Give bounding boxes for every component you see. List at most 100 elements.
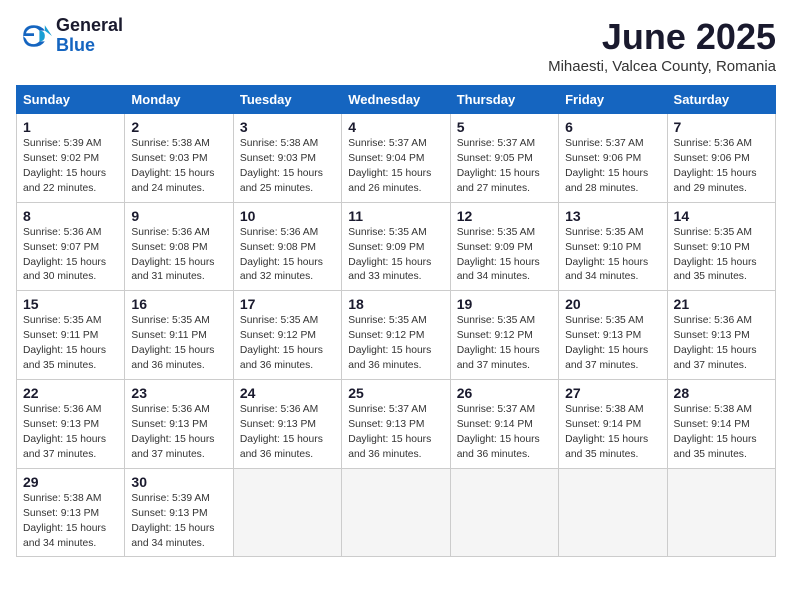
calendar-table: Sunday Monday Tuesday Wednesday Thursday… [16, 85, 776, 557]
day-5: 5 Sunrise: 5:37 AMSunset: 9:05 PMDaylight… [450, 114, 558, 203]
day-number: 29 [23, 474, 118, 490]
day-info: Sunrise: 5:36 AMSunset: 9:13 PMDaylight:… [23, 403, 118, 463]
day-number: 21 [674, 296, 769, 312]
day-info: Sunrise: 5:39 AMSunset: 9:02 PMDaylight:… [23, 137, 118, 197]
day-2: 2Sunrise: 5:38 AMSunset: 9:03 PMDaylight… [125, 114, 233, 203]
day-cell [559, 468, 667, 557]
header-saturday: Saturday [667, 86, 775, 114]
day-info: Sunrise: 5:36 AMSunset: 9:07 PMDaylight:… [23, 226, 118, 286]
day-info: Sunrise: 5:36 AMSunset: 9:13 PMDaylight:… [131, 403, 226, 463]
page-header: GeneralBlue June 2025 Mihaesti, Valcea C… [16, 16, 776, 75]
day-info: Sunrise: 5:37 AMSunset: 9:04 PMDaylight:… [348, 137, 443, 197]
day-cell: 23 Sunrise: 5:36 AMSunset: 9:13 PMDayligh… [125, 380, 233, 469]
day-number: 16 [131, 296, 226, 312]
day-number: 23 [131, 385, 226, 401]
day-info: Sunrise: 5:36 AMSunset: 9:08 PMDaylight:… [240, 226, 335, 286]
calendar-subtitle: Mihaesti, Valcea County, Romania [548, 58, 776, 75]
day-number: 25 [348, 385, 443, 401]
day-info: Sunrise: 5:38 AMSunset: 9:14 PMDaylight:… [565, 403, 660, 463]
day-info: Sunrise: 5:36 AMSunset: 9:13 PMDaylight:… [674, 314, 769, 374]
day-number: 12 [457, 208, 552, 224]
day-info: Sunrise: 5:37 AMSunset: 9:13 PMDaylight:… [348, 403, 443, 463]
day-number: 10 [240, 208, 335, 224]
week-row-3: 15 Sunrise: 5:35 AMSunset: 9:11 PMDayligh… [17, 291, 776, 380]
day-info: Sunrise: 5:35 AMSunset: 9:11 PMDaylight:… [23, 314, 118, 374]
day-cell: 11Sunrise: 5:35 AMSunset: 9:09 PMDayligh… [342, 202, 450, 291]
day-cell: 19 Sunrise: 5:35 AMSunset: 9:12 PMDayligh… [450, 291, 558, 380]
calendar-title: June 2025 [548, 16, 776, 58]
day-number: 5 [457, 119, 552, 135]
day-number: 17 [240, 296, 335, 312]
day-cell: 25 Sunrise: 5:37 AMSunset: 9:13 PMDayligh… [342, 380, 450, 469]
day-1: 1 Sunrise: 5:39 AMSunset: 9:02 PMDaylight… [17, 114, 125, 203]
header-tuesday: Tuesday [233, 86, 341, 114]
day-info: Sunrise: 5:35 AMSunset: 9:13 PMDaylight:… [565, 314, 660, 374]
day-cell: 22 Sunrise: 5:36 AMSunset: 9:13 PMDayligh… [17, 380, 125, 469]
header-sunday: Sunday [17, 86, 125, 114]
day-cell: 21 Sunrise: 5:36 AMSunset: 9:13 PMDayligh… [667, 291, 775, 380]
day-cell: 17 Sunrise: 5:35 AMSunset: 9:12 PMDayligh… [233, 291, 341, 380]
week-row-4: 22 Sunrise: 5:36 AMSunset: 9:13 PMDayligh… [17, 380, 776, 469]
day-cell [342, 468, 450, 557]
day-number: 4 [348, 119, 443, 135]
day-number: 1 [23, 119, 118, 135]
day-number: 27 [565, 385, 660, 401]
day-number: 3 [240, 119, 335, 135]
day-cell: 28 Sunrise: 5:38 AMSunset: 9:14 PMDayligh… [667, 380, 775, 469]
day-cell: 27 Sunrise: 5:38 AMSunset: 9:14 PMDayligh… [559, 380, 667, 469]
day-cell: 15 Sunrise: 5:35 AMSunset: 9:11 PMDayligh… [17, 291, 125, 380]
day-cell: 9 Sunrise: 5:36 AMSunset: 9:08 PMDaylight… [125, 202, 233, 291]
day-cell: 30 Sunrise: 5:39 AMSunset: 9:13 PMDayligh… [125, 468, 233, 557]
day-info: Sunrise: 5:35 AMSunset: 9:12 PMDaylight:… [348, 314, 443, 374]
day-cell: 8 Sunrise: 5:36 AMSunset: 9:07 PMDaylight… [17, 202, 125, 291]
day-info: Sunrise: 5:36 AMSunset: 9:13 PMDaylight:… [240, 403, 335, 463]
day-info: Sunrise: 5:38 AMSunset: 9:14 PMDaylight:… [674, 403, 769, 463]
day-cell: 18 Sunrise: 5:35 AMSunset: 9:12 PMDayligh… [342, 291, 450, 380]
day-number: 9 [131, 208, 226, 224]
day-number: 24 [240, 385, 335, 401]
day-cell: 14Sunrise: 5:35 AMSunset: 9:10 PMDayligh… [667, 202, 775, 291]
day-info: Sunrise: 5:38 AMSunset: 9:03 PMDaylight:… [131, 137, 226, 197]
day-3: 3 Sunrise: 5:38 AMSunset: 9:03 PMDaylight… [233, 114, 341, 203]
day-number: 18 [348, 296, 443, 312]
day-cell: 24 Sunrise: 5:36 AMSunset: 9:13 PMDayligh… [233, 380, 341, 469]
day-info: Sunrise: 5:39 AMSunset: 9:13 PMDaylight:… [131, 492, 226, 552]
day-info: Sunrise: 5:35 AMSunset: 9:12 PMDaylight:… [457, 314, 552, 374]
header-row: Sunday Monday Tuesday Wednesday Thursday… [17, 86, 776, 114]
day-info: Sunrise: 5:37 AMSunset: 9:14 PMDaylight:… [457, 403, 552, 463]
day-cell: 12 Sunrise: 5:35 AMSunset: 9:09 PMDayligh… [450, 202, 558, 291]
day-info: Sunrise: 5:37 AMSunset: 9:05 PMDaylight:… [457, 137, 552, 197]
week-row-1: 1 Sunrise: 5:39 AMSunset: 9:02 PMDaylight… [17, 114, 776, 203]
day-cell: 13Sunrise: 5:35 AMSunset: 9:10 PMDayligh… [559, 202, 667, 291]
day-cell [667, 468, 775, 557]
day-number: 28 [674, 385, 769, 401]
day-number: 30 [131, 474, 226, 490]
day-number: 8 [23, 208, 118, 224]
day-7: 7Sunrise: 5:36 AMSunset: 9:06 PMDaylight… [667, 114, 775, 203]
day-number: 26 [457, 385, 552, 401]
day-info: Sunrise: 5:36 AMSunset: 9:08 PMDaylight:… [131, 226, 226, 286]
header-wednesday: Wednesday [342, 86, 450, 114]
day-number: 15 [23, 296, 118, 312]
day-cell [450, 468, 558, 557]
day-number: 14 [674, 208, 769, 224]
logo-text: GeneralBlue [56, 16, 123, 56]
day-cell [233, 468, 341, 557]
day-info: Sunrise: 5:35 AMSunset: 9:10 PMDaylight:… [565, 226, 660, 286]
day-info: Sunrise: 5:37 AMSunset: 9:06 PMDaylight:… [565, 137, 660, 197]
day-number: 22 [23, 385, 118, 401]
day-info: Sunrise: 5:35 AMSunset: 9:09 PMDaylight:… [457, 226, 552, 286]
week-row-5: 29 Sunrise: 5:38 AMSunset: 9:13 PMDayligh… [17, 468, 776, 557]
header-monday: Monday [125, 86, 233, 114]
day-number: 20 [565, 296, 660, 312]
day-number: 7 [674, 119, 769, 135]
day-number: 19 [457, 296, 552, 312]
day-cell: 29 Sunrise: 5:38 AMSunset: 9:13 PMDayligh… [17, 468, 125, 557]
logo: GeneralBlue [16, 16, 123, 56]
header-thursday: Thursday [450, 86, 558, 114]
day-4: 4 Sunrise: 5:37 AMSunset: 9:04 PMDaylight… [342, 114, 450, 203]
day-info: Sunrise: 5:35 AMSunset: 9:12 PMDaylight:… [240, 314, 335, 374]
week-row-2: 8 Sunrise: 5:36 AMSunset: 9:07 PMDaylight… [17, 202, 776, 291]
day-info: Sunrise: 5:38 AMSunset: 9:13 PMDaylight:… [23, 492, 118, 552]
day-info: Sunrise: 5:38 AMSunset: 9:03 PMDaylight:… [240, 137, 335, 197]
